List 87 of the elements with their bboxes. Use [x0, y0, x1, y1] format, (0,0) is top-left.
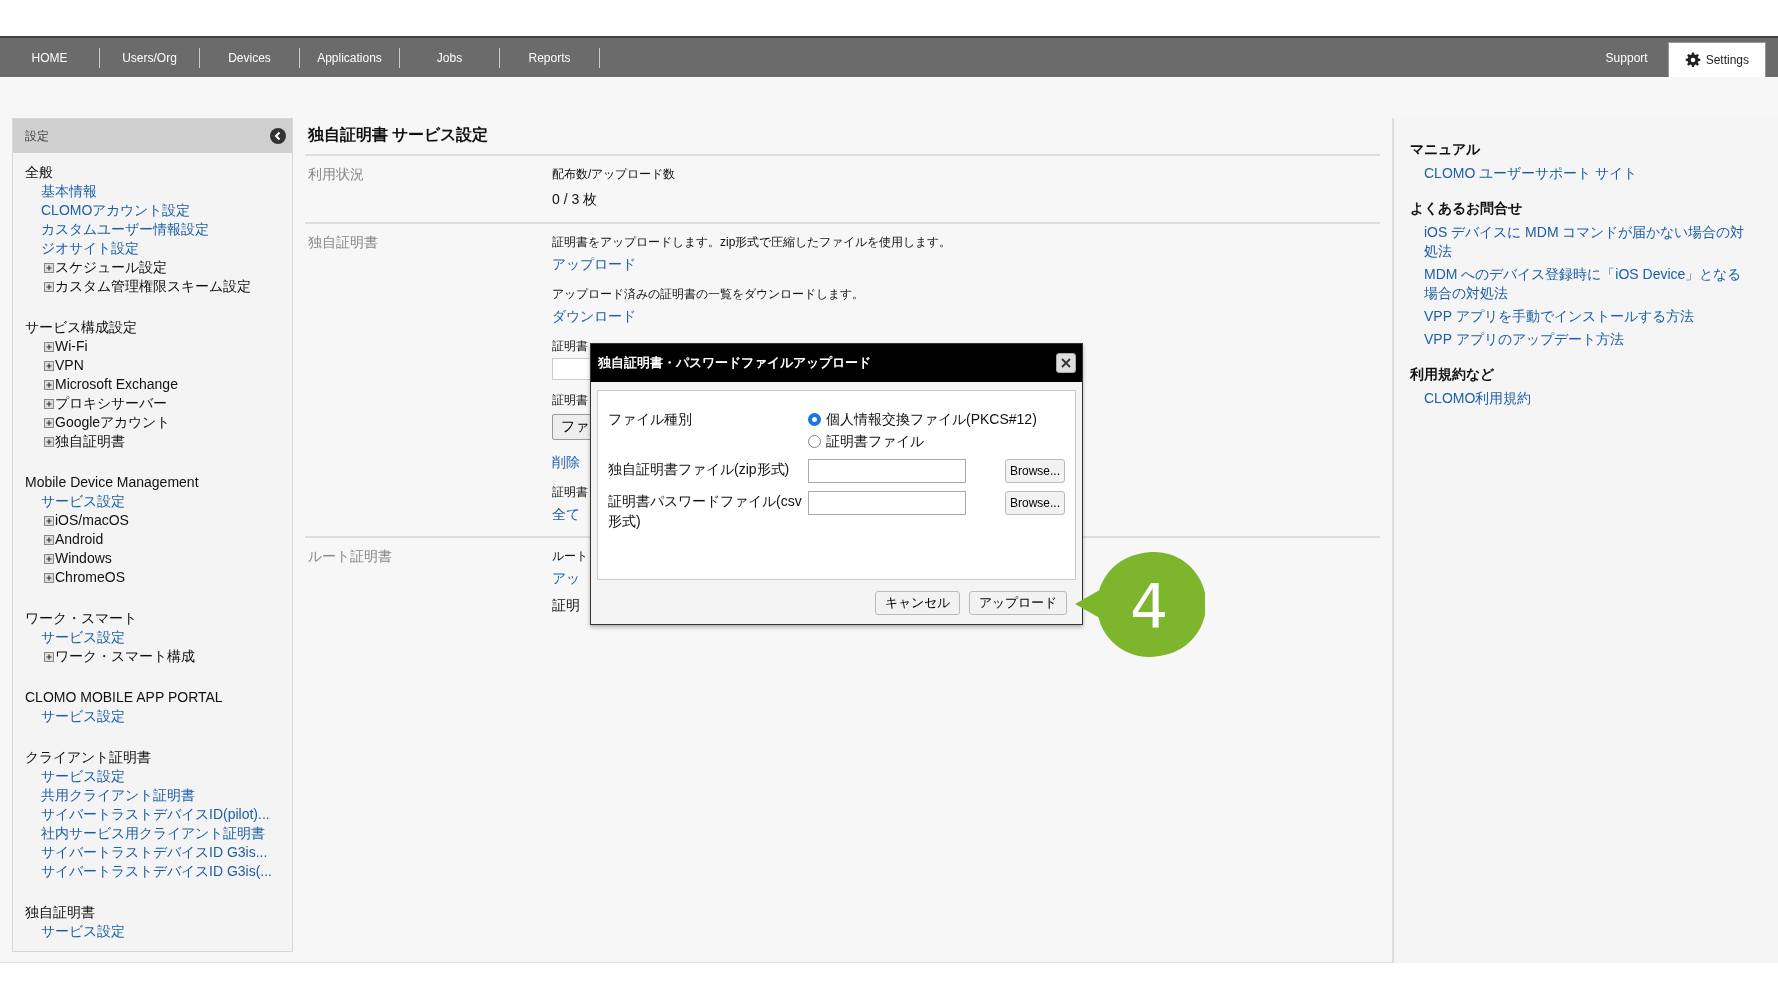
file-path-field[interactable] — [808, 459, 966, 483]
help-link[interactable]: VPP アプリのアップデート方法 — [1410, 330, 1754, 349]
tree-item[interactable]: カスタム管理権限スキーム設定 — [44, 277, 251, 296]
row-label: ルート証明書 — [307, 548, 393, 566]
tree-item[interactable]: Android — [44, 530, 104, 549]
description-text: 証明書 — [552, 338, 588, 354]
nav-tab[interactable]: Support — [1585, 38, 1668, 77]
help-link[interactable]: VPP アプリを手動でインストールする方法 — [1410, 307, 1754, 326]
dialog-title: 独自証明書・パスワードファイルアップロード — [598, 354, 871, 372]
action-link[interactable]: 全て — [552, 504, 580, 524]
field-label: ファイル種別 — [608, 410, 693, 429]
description-text: 証明書 — [552, 392, 588, 408]
action-link[interactable]: ダウンロード — [552, 306, 636, 326]
value-text: 0 / 3 枚 — [552, 190, 598, 209]
dialog-button[interactable]: アップロード — [969, 591, 1067, 615]
sidebar-link[interactable]: 基本情報 — [25, 182, 97, 201]
nav-tab[interactable]: HOME — [0, 48, 100, 68]
description-text: アップロード済みの証明書の一覧をダウンロードします。 — [552, 286, 864, 302]
tree-item[interactable]: Windows — [44, 549, 112, 568]
section-heading: ワーク・スマート — [25, 609, 137, 628]
sidebar-link[interactable]: サイバートラストデバイスID G3is(... — [25, 862, 272, 881]
help-heading: よくあるお問合せ — [1410, 199, 1522, 218]
help-link[interactable]: CLOMO ユーザーサポート サイト — [1410, 164, 1754, 183]
action-link[interactable]: アッ — [552, 568, 580, 588]
sidebar-link[interactable]: サービス設定 — [25, 767, 125, 786]
gear-icon — [1684, 52, 1701, 68]
tree-item[interactable]: Wi-Fi — [44, 337, 88, 356]
action-link[interactable]: 削除 — [552, 452, 580, 472]
sidebar-link[interactable]: サービス設定 — [25, 707, 125, 726]
close-button[interactable] — [1056, 353, 1076, 373]
section-heading: CLOMO MOBILE APP PORTAL — [25, 688, 223, 707]
browse-button[interactable]: Browse... — [1005, 491, 1065, 515]
help-heading: マニュアル — [1410, 140, 1480, 159]
collapse-icon — [270, 128, 286, 144]
sidebar-link[interactable]: CLOMOアカウント設定 — [25, 201, 191, 220]
tree-item[interactable]: ワーク・スマート構成 — [44, 647, 195, 666]
field-label: 独自証明書ファイル(zip形式) — [608, 460, 791, 479]
description-text: 証明書 — [552, 484, 588, 500]
radio-option[interactable]: 証明書ファイル — [808, 431, 1065, 451]
section-heading: サービス構成設定 — [25, 318, 137, 337]
dialog-button[interactable]: キャンセル — [875, 591, 960, 615]
description-text: 証明書をアップロードします。zip形式で圧縮したファイルを使用します。 — [552, 234, 952, 250]
row-label: 利用状況 — [307, 166, 365, 184]
section-heading: 独自証明書 — [25, 903, 95, 922]
help-link[interactable]: CLOMO利用規約 — [1410, 389, 1754, 408]
sidebar-title: 設定 — [25, 127, 49, 145]
file-path-field[interactable] — [808, 491, 966, 515]
sidebar-link[interactable]: サイバートラストデバイスID(pilot)... — [25, 805, 270, 824]
value-text: 証明 — [552, 596, 580, 615]
sidebar-link[interactable]: サービス設定 — [25, 628, 125, 647]
sidebar-link[interactable]: カスタムユーザー情報設定 — [25, 220, 209, 239]
section-heading: クライアント証明書 — [25, 748, 151, 767]
tree-item[interactable]: VPN — [44, 356, 84, 375]
sidebar-link[interactable]: サイバートラストデバイスID G3is... — [25, 843, 268, 862]
nav-tab[interactable]: Settings — [1667, 42, 1766, 77]
nav-tab[interactable]: Devices — [200, 48, 300, 68]
page-title: 独自証明書 サービス設定 — [305, 118, 1380, 156]
sidebar-link[interactable]: 社内サービス用クライアント証明書 — [25, 824, 265, 843]
action-link[interactable]: アップロード — [552, 254, 636, 274]
help-link[interactable]: iOS デバイスに MDM コマンドが届かない場合の対処法 — [1410, 223, 1754, 261]
nav-tab[interactable]: Applications — [300, 48, 400, 68]
tree-item[interactable]: スケジュール設定 — [44, 258, 167, 277]
section-heading: Mobile Device Management — [25, 473, 199, 492]
sidebar-link[interactable]: サービス設定 — [25, 922, 125, 941]
nav-tab[interactable]: Jobs — [400, 48, 500, 68]
help-heading: 利用規約など — [1410, 365, 1494, 384]
sidebar-link[interactable]: 共用クライアント証明書 — [25, 786, 195, 805]
radio-option[interactable]: 個人情報交換ファイル(PKCS#12) — [808, 409, 1065, 429]
tree-item[interactable]: Microsoft Exchange — [44, 375, 178, 394]
tree-item[interactable]: 独自証明書 — [44, 432, 125, 451]
sidebar-link[interactable]: サービス設定 — [25, 492, 125, 511]
tree-item[interactable]: ChromeOS — [44, 568, 126, 587]
description-text: 配布数/アップロード数 — [552, 166, 676, 182]
description-text: ルート — [552, 548, 588, 564]
nav-tab[interactable]: Users/Org — [100, 48, 200, 68]
sidebar-link[interactable]: ジオサイト設定 — [25, 239, 139, 258]
browse-button[interactable]: Browse... — [1005, 459, 1065, 483]
row-label: 独自証明書 — [307, 234, 379, 252]
tree-item[interactable]: プロキシサーバー — [44, 394, 167, 413]
close-icon — [1060, 357, 1072, 369]
help-link[interactable]: MDM へのデバイス登録時に「iOS Device」となる場合の対処法 — [1410, 265, 1754, 303]
tree-item[interactable]: iOS/macOS — [44, 511, 129, 530]
nav-tab[interactable]: Reports — [500, 48, 600, 68]
section-heading: 全般 — [25, 163, 53, 182]
tree-item[interactable]: Googleアカウント — [44, 413, 171, 432]
field-label: 証明書パスワードファイル(csv形式) — [608, 492, 803, 531]
input-field[interactable] — [552, 358, 592, 380]
